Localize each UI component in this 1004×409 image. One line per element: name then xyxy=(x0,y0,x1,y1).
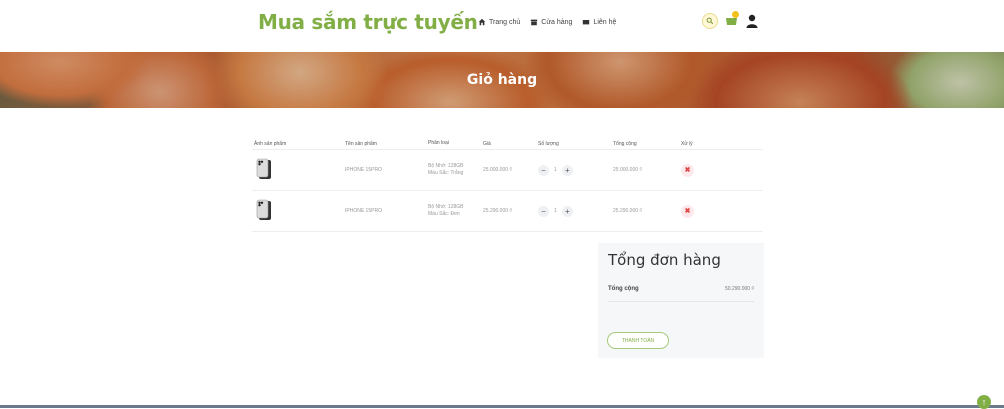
increase-qty-button[interactable]: + xyxy=(561,205,573,217)
variant-color: Màu Sắc: Đen xyxy=(428,211,460,217)
quantity-stepper: − 1 + xyxy=(538,164,613,176)
qty-value[interactable]: 1 xyxy=(554,208,557,214)
nav-label: Liên hệ xyxy=(593,18,617,26)
summary-total-line: Tổng cộng 50.290.000 ₫ xyxy=(608,286,754,292)
header: Mua sắm trực tuyến Trang chủ Cửa hàng Li… xyxy=(0,0,1004,52)
brand-logo[interactable]: Mua sắm trực tuyến xyxy=(258,10,478,34)
store-icon xyxy=(531,19,538,26)
quantity-stepper: − 1 + xyxy=(538,205,613,217)
product-variant: Bộ Nhớ: 128GB Màu Sắc: Trắng xyxy=(428,163,483,177)
action-cell: ✖ xyxy=(681,204,721,218)
cart-button[interactable] xyxy=(724,11,740,29)
variant-storage: Bộ Nhớ: 128GB xyxy=(428,163,464,169)
col-header: Số lượng xyxy=(538,140,559,147)
table-header: Ảnh sản phẩm Tên sản phẩm Phân loại Giá … xyxy=(252,138,763,150)
page-title: Giỏ hàng xyxy=(466,72,538,88)
divider xyxy=(608,301,754,302)
col-header: Tổng cộng xyxy=(613,140,637,147)
phone-image[interactable] xyxy=(254,158,274,180)
variant-color: Màu Sắc: Trắng xyxy=(428,170,464,176)
decrease-qty-button[interactable]: − xyxy=(538,164,549,176)
order-summary: Tổng đơn hàng Tổng cộng 50.290.000 ₫ THA… xyxy=(598,243,764,358)
line-total: 25.290.000 ₫ xyxy=(613,208,642,214)
main-nav: Trang chủ Cửa hàng Liên hệ xyxy=(478,18,616,26)
delete-item-button[interactable]: ✖ xyxy=(681,163,694,177)
decrease-qty-button[interactable]: − xyxy=(538,205,549,217)
delete-item-button[interactable]: ✖ xyxy=(681,204,694,218)
col-header: Phân loại xyxy=(428,140,449,146)
col-header: Giá xyxy=(483,140,491,147)
action-cell: ✖ xyxy=(681,163,721,177)
cart-table: Ảnh sản phẩm Tên sản phẩm Phân loại Giá … xyxy=(252,138,763,232)
arrow-up-icon: ↑ xyxy=(981,397,987,407)
col-header: Tên sản phẩm xyxy=(345,140,377,147)
nav-item-store[interactable]: Cửa hàng xyxy=(530,18,572,26)
table-row: IPHONE 15PRO Bộ Nhớ: 128GB Màu Sắc: Trắn… xyxy=(252,150,763,191)
product-name[interactable]: IPHONE 15PRO xyxy=(345,208,428,214)
table-row: IPHONE 15PRO Bộ Nhớ: 128GB Màu Sắc: Đen … xyxy=(252,191,763,232)
cart-badge xyxy=(732,11,739,18)
summary-total-value: 50.290.000 ₫ xyxy=(725,286,754,292)
nav-label: Cửa hàng xyxy=(541,18,573,26)
search-button[interactable] xyxy=(702,13,718,29)
summary-title: Tổng đơn hàng xyxy=(608,251,721,269)
user-icon xyxy=(746,14,758,28)
checkout-button[interactable]: THANH TOÁN xyxy=(607,332,669,349)
product-image-cell xyxy=(252,158,345,182)
col-header: Xử lý xyxy=(681,140,693,147)
user-button[interactable] xyxy=(745,13,759,29)
phone-image[interactable] xyxy=(254,199,274,221)
hero-banner: Giỏ hàng xyxy=(0,52,1004,108)
search-icon xyxy=(706,17,714,25)
home-icon xyxy=(478,18,486,26)
product-image-cell xyxy=(252,199,345,223)
close-icon: ✖ xyxy=(684,167,691,174)
summary-total-label: Tổng cộng xyxy=(608,286,639,292)
variant-storage: Bộ Nhớ: 128GB xyxy=(428,204,464,210)
increase-qty-button[interactable]: + xyxy=(561,164,573,176)
mail-icon xyxy=(583,20,590,25)
nav-item-contact[interactable]: Liên hệ xyxy=(582,18,616,26)
close-icon: ✖ xyxy=(684,208,691,215)
product-name[interactable]: IPHONE 15PRO xyxy=(345,167,428,173)
product-price: 25.000.000 ₫ xyxy=(483,167,512,173)
back-to-top-button[interactable]: ↑ xyxy=(977,395,991,409)
product-variant: Bộ Nhớ: 128GB Màu Sắc: Đen xyxy=(428,204,483,218)
nav-item-home[interactable]: Trang chủ xyxy=(478,18,520,26)
qty-value[interactable]: 1 xyxy=(554,167,557,173)
product-price: 25.290.000 ₫ xyxy=(483,208,512,214)
nav-label: Trang chủ xyxy=(489,18,521,26)
col-header: Ảnh sản phẩm xyxy=(254,140,287,147)
line-total: 25.000.000 ₫ xyxy=(613,167,642,173)
